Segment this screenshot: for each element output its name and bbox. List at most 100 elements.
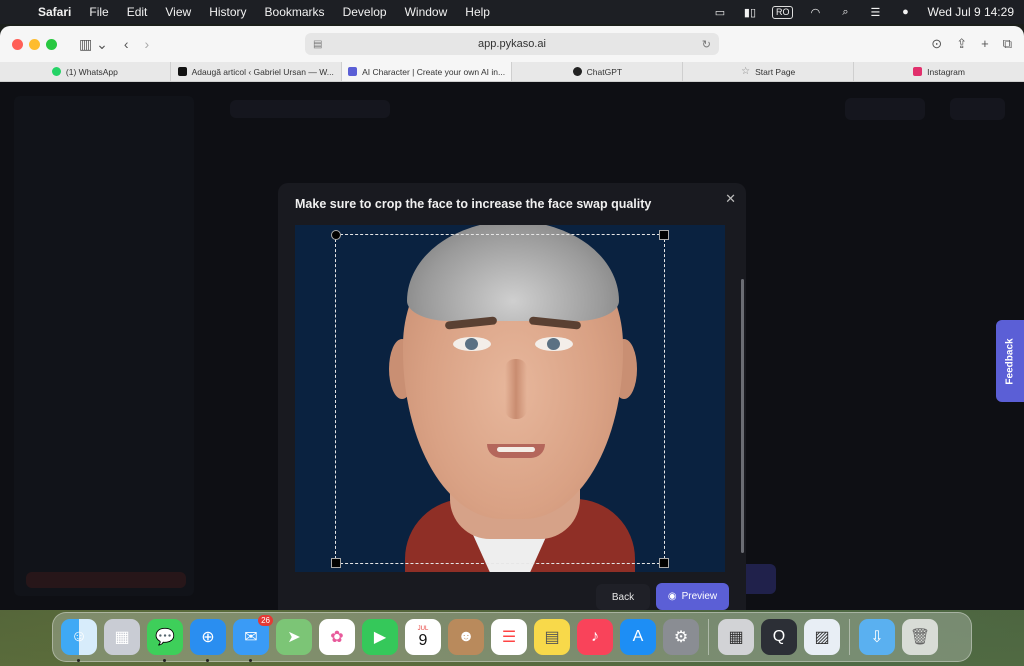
mail-badge: 26: [258, 615, 273, 626]
tab-label: ChatGPT: [586, 66, 623, 77]
tab-bar: (1) WhatsApp Adaugă articol ‹ Gabriel Ur…: [0, 62, 1024, 82]
chatgpt-favicon-icon: [572, 67, 582, 76]
launchpad-icon[interactable]: ▦: [104, 619, 140, 655]
crop-image-area[interactable]: [295, 225, 725, 572]
tab-chatgpt[interactable]: ChatGPT: [512, 62, 684, 81]
input-source-indicator[interactable]: RO: [771, 5, 794, 19]
running-indicator: [163, 659, 166, 662]
menu-help[interactable]: Help: [465, 5, 490, 19]
menubar-clock[interactable]: Wed Jul 9 14:29: [927, 5, 1014, 19]
spotlight-search-icon[interactable]: ⌕: [837, 6, 853, 18]
sidebar-red-placeholder: [26, 572, 186, 588]
feedback-label: Feedback: [1004, 337, 1016, 385]
calendar-icon[interactable]: JUL 9: [405, 619, 441, 655]
app-sidebar: [14, 96, 194, 596]
tab-gabriel-ursan[interactable]: Adaugă articol ‹ Gabriel Ursan — W...: [171, 62, 342, 81]
downloads-folder-icon[interactable]: ⇩: [859, 619, 895, 655]
forward-arrow-icon[interactable]: ›: [145, 36, 150, 52]
whatsapp-favicon-icon: [51, 67, 61, 76]
sidebar-toggle-icon[interactable]: ▥ ⌄: [79, 36, 108, 53]
feedback-tab[interactable]: Feedback: [996, 320, 1024, 402]
close-icon[interactable]: ✕: [725, 191, 736, 207]
tab-overview-icon[interactable]: ⧉: [1003, 36, 1012, 52]
downloads-icon[interactable]: ⊙: [931, 36, 942, 52]
user-avatar-icon[interactable]: ●: [897, 6, 913, 18]
maps-icon[interactable]: ➤: [276, 619, 312, 655]
menu-edit[interactable]: Edit: [127, 5, 148, 19]
finder-icon[interactable]: ☺: [61, 619, 97, 662]
running-indicator: [77, 659, 80, 662]
menu-bookmarks[interactable]: Bookmarks: [265, 5, 325, 19]
contacts-icon[interactable]: ☻: [448, 619, 484, 655]
url-text: app.pykaso.ai: [478, 38, 546, 50]
notes-icon[interactable]: ▤: [534, 619, 570, 655]
reminders-icon[interactable]: ☰: [491, 619, 527, 655]
menu-window[interactable]: Window: [405, 5, 448, 19]
crop-face-modal: Make sure to crop the face to increase t…: [278, 183, 746, 610]
dock-separator: [708, 619, 709, 655]
safari-window: ▥ ⌄ ‹ › ▤ app.pykaso.ai ↻ ⊙ ⇪ + ⧉ (1) Wh…: [0, 26, 1024, 610]
dock: ☺ ▦ 💬 ⊕ ✉ 26 ➤ ✿ ▶ JUL 9 ☻ ☰ ▤ ♪ A ⚙ ▦ Q …: [52, 612, 972, 662]
minimize-window-button[interactable]: [29, 38, 40, 50]
tab-instagram[interactable]: Instagram: [854, 62, 1024, 81]
preview-label: Preview: [681, 591, 718, 602]
site-favicon-icon: [177, 67, 187, 76]
reload-icon[interactable]: ↻: [702, 38, 711, 51]
back-arrow-icon[interactable]: ‹: [124, 36, 129, 52]
crop-handle-bottom-right[interactable]: [659, 558, 669, 568]
menu-develop[interactable]: Develop: [343, 5, 387, 19]
calculator-icon[interactable]: ▦: [718, 619, 754, 655]
trash-icon[interactable]: 🗑: [902, 619, 938, 655]
tab-ai-character[interactable]: AI Character | Create your own AI in...: [341, 62, 513, 81]
facetime-icon[interactable]: ▶: [362, 619, 398, 655]
display-icon[interactable]: ▭: [712, 6, 728, 19]
quicktime-icon[interactable]: Q: [761, 619, 797, 655]
top-right-button-2: [950, 98, 1005, 120]
calendar-day: 9: [418, 632, 428, 649]
running-indicator: [206, 659, 209, 662]
zoom-window-button[interactable]: [46, 38, 57, 50]
preview-button[interactable]: ◉ Preview: [656, 583, 729, 610]
modal-scrollbar[interactable]: [741, 279, 744, 553]
tab-label: Start Page: [755, 66, 796, 77]
app-store-icon[interactable]: A: [620, 619, 656, 655]
browser-toolbar: ▥ ⌄ ‹ › ▤ app.pykaso.ai ↻ ⊙ ⇪ + ⧉: [0, 26, 1024, 62]
menu-bar: Safari File Edit View History Bookmarks …: [0, 0, 1024, 24]
mail-icon[interactable]: ✉ 26: [233, 615, 273, 662]
instagram-favicon-icon: [913, 67, 923, 76]
web-content: Make sure to crop the face to increase t…: [0, 82, 1024, 610]
eye-icon: ◉: [667, 591, 677, 602]
wifi-icon[interactable]: ◠: [807, 6, 823, 19]
menu-history[interactable]: History: [209, 5, 246, 19]
running-indicator: [249, 659, 252, 662]
crop-selection-box[interactable]: [331, 230, 669, 568]
tab-start-page[interactable]: ☆ Start Page: [683, 62, 855, 81]
top-nav-placeholder: [230, 100, 390, 118]
close-window-button[interactable]: [12, 38, 23, 50]
messages-icon[interactable]: 💬: [147, 619, 183, 662]
menu-safari[interactable]: Safari: [38, 5, 71, 19]
system-settings-icon[interactable]: ⚙: [663, 619, 699, 655]
address-bar[interactable]: ▤ app.pykaso.ai ↻: [305, 33, 719, 55]
menu-file[interactable]: File: [89, 5, 108, 19]
crop-handle-top-right[interactable]: [659, 230, 669, 240]
modal-title: Make sure to crop the face to increase t…: [295, 197, 652, 211]
page-settings-icon[interactable]: ▤: [313, 39, 322, 50]
menu-view[interactable]: View: [165, 5, 191, 19]
share-icon[interactable]: ⇪: [956, 36, 967, 52]
crop-handle-top-left[interactable]: [331, 230, 341, 240]
pykaso-favicon-icon: [348, 67, 358, 76]
preview-app-icon[interactable]: ▨: [804, 619, 840, 655]
tab-label: (1) WhatsApp: [65, 66, 118, 77]
battery-icon[interactable]: ▮▯: [742, 6, 758, 19]
music-icon[interactable]: ♪: [577, 619, 613, 655]
safari-icon[interactable]: ⊕: [190, 619, 226, 662]
dock-separator: [849, 619, 850, 655]
back-button[interactable]: Back: [596, 584, 650, 610]
control-center-icon[interactable]: ☰: [867, 6, 883, 19]
photos-icon[interactable]: ✿: [319, 619, 355, 655]
tab-whatsapp[interactable]: (1) WhatsApp: [0, 62, 171, 81]
new-tab-icon[interactable]: +: [981, 36, 989, 52]
crop-handle-bottom-left[interactable]: [331, 558, 341, 568]
tab-label: Adaugă articol ‹ Gabriel Ursan — W...: [191, 66, 334, 77]
